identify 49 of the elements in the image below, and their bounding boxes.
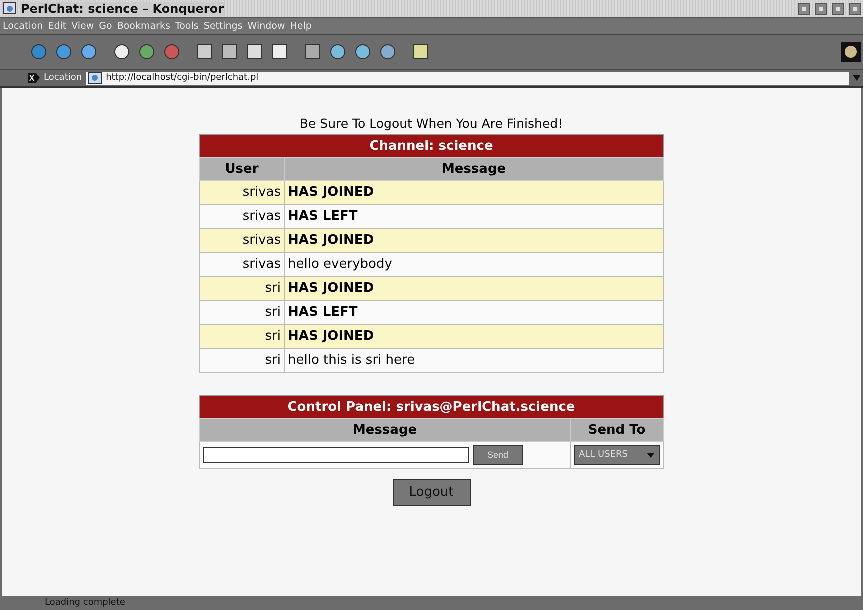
logout-notice: Be Sure To Logout When You Are Finished! bbox=[300, 116, 564, 131]
table-cell: HAS LEFT bbox=[284, 204, 664, 228]
table-cell: HAS JOINED bbox=[284, 180, 664, 204]
maximize-button[interactable] bbox=[832, 2, 844, 14]
column-header: Message bbox=[284, 158, 664, 180]
menu-item[interactable]: Settings bbox=[204, 20, 243, 32]
column-header: Message bbox=[200, 418, 570, 442]
url-field[interactable]: http://localhost/cgi-bin/perlchat.pl bbox=[86, 72, 849, 84]
column-header: User bbox=[200, 158, 284, 180]
menu-item[interactable]: Edit bbox=[48, 20, 67, 32]
table-cell: srivas bbox=[200, 180, 284, 204]
channel-title: Channel: science bbox=[200, 134, 664, 158]
table-cell: HAS JOINED bbox=[284, 228, 664, 252]
control-panel-title: Control Panel: srivas@PerlChat.science bbox=[200, 396, 664, 418]
close-button[interactable] bbox=[849, 2, 861, 14]
table-cell: HAS JOINED bbox=[284, 324, 664, 348]
clear-icon[interactable] bbox=[28, 73, 40, 83]
send-button[interactable]: Send bbox=[473, 445, 523, 465]
menu-item[interactable]: View bbox=[72, 20, 94, 32]
table-cell: sri bbox=[200, 348, 284, 372]
menu-item[interactable]: Tools bbox=[175, 20, 199, 32]
logout-button[interactable]: Logout bbox=[392, 479, 470, 506]
table-cell: sri bbox=[200, 276, 284, 300]
status-text: Loading complete bbox=[45, 598, 126, 608]
menu-item[interactable]: Help bbox=[290, 20, 312, 32]
menu-item[interactable]: Bookmarks bbox=[117, 20, 170, 32]
help-button[interactable] bbox=[798, 2, 810, 14]
table-cell: HAS LEFT bbox=[284, 300, 664, 324]
table-cell: sri bbox=[200, 300, 284, 324]
menu-item[interactable]: Go bbox=[99, 20, 112, 32]
table-cell: srivas bbox=[200, 252, 284, 276]
table-cell: srivas bbox=[200, 228, 284, 252]
dropdown-arrow-icon bbox=[647, 452, 655, 458]
menu-item[interactable]: Location bbox=[3, 20, 44, 32]
minimize-button[interactable] bbox=[815, 2, 827, 14]
menu-item[interactable]: Window bbox=[248, 20, 286, 32]
app-icon bbox=[3, 2, 17, 15]
recipient-dropdown[interactable]: ALL USERS bbox=[574, 445, 660, 465]
table-cell: hello this is sri here bbox=[284, 348, 664, 372]
window-title: PerlChat: science – Konqueror bbox=[21, 2, 224, 16]
location-label: Location bbox=[44, 73, 82, 83]
dropdown-arrow-icon[interactable] bbox=[853, 75, 861, 81]
table-cell: srivas bbox=[200, 204, 284, 228]
column-header: Send To bbox=[570, 418, 664, 442]
message-input[interactable] bbox=[203, 447, 469, 463]
page-icon bbox=[88, 72, 102, 84]
table-cell: hello everybody bbox=[284, 252, 664, 276]
table-cell: HAS JOINED bbox=[284, 276, 664, 300]
table-cell: sri bbox=[200, 324, 284, 348]
